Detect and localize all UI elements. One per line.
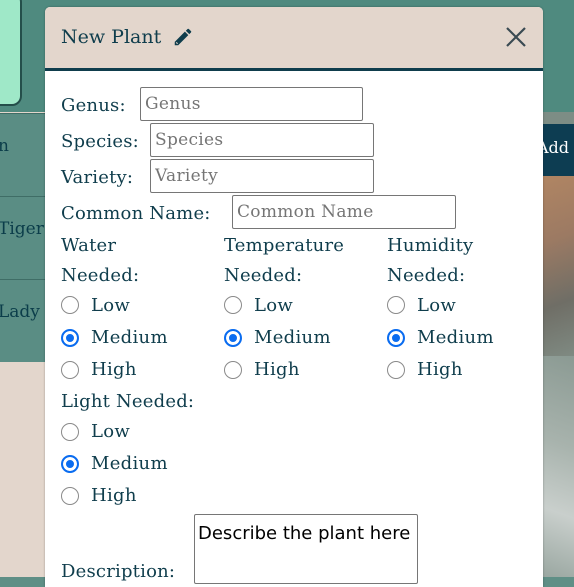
water-low-radio[interactable]: [61, 296, 79, 314]
genus-input[interactable]: [140, 87, 363, 121]
water-needed-label-line2: Needed:: [61, 265, 140, 286]
humidity-medium-radio[interactable]: [387, 329, 405, 347]
water-needed-label: Water: [61, 235, 117, 256]
list-item-label: Tiger: [0, 219, 44, 239]
list-item[interactable]: Lady: [0, 279, 46, 362]
water-medium-label: Medium: [91, 327, 168, 348]
description-label: Description:: [61, 561, 176, 582]
temperature-needed-label-line2: Needed:: [224, 265, 303, 286]
list-item-label: Lady: [0, 302, 40, 322]
humidity-high-radio[interactable]: [387, 361, 405, 379]
add-button-label: Add: [543, 138, 570, 157]
genus-label: Genus:: [61, 95, 126, 116]
list-item[interactable]: n: [0, 113, 46, 196]
list-item-label: n: [0, 138, 9, 155]
light-medium-radio[interactable]: [61, 455, 79, 473]
description-textarea[interactable]: Describe the plant here: [194, 514, 418, 584]
water-low-label: Low: [91, 295, 131, 316]
modal-header: New Plant: [45, 7, 543, 71]
temperature-needed-label: Temperature: [224, 235, 345, 256]
common-name-input[interactable]: [232, 195, 456, 229]
light-low-label: Low: [91, 421, 131, 442]
temperature-low-radio[interactable]: [224, 296, 242, 314]
temperature-medium-label: Medium: [254, 327, 331, 348]
humidity-needed-label-line2: Needed:: [387, 265, 466, 286]
light-high-label: High: [91, 485, 137, 506]
variety-label: Variety:: [61, 167, 134, 188]
background-card: [0, 0, 22, 106]
new-plant-modal: New Plant Genus: Species: Variety: Commo…: [45, 7, 543, 587]
light-high-radio[interactable]: [61, 487, 79, 505]
temperature-high-radio[interactable]: [224, 361, 242, 379]
light-low-radio[interactable]: [61, 423, 79, 441]
humidity-medium-label: Medium: [417, 327, 494, 348]
close-icon[interactable]: [503, 24, 529, 50]
temperature-low-label: Low: [254, 295, 294, 316]
pencil-icon: [174, 28, 192, 46]
light-needed-label: Light Needed:: [61, 391, 195, 412]
plant-photo: [543, 176, 574, 356]
species-label: Species:: [61, 131, 139, 152]
temperature-high-label: High: [254, 359, 300, 380]
plant-photo: [543, 356, 574, 577]
humidity-low-label: Low: [417, 295, 457, 316]
species-input[interactable]: [150, 123, 374, 157]
water-high-radio[interactable]: [61, 361, 79, 379]
water-medium-radio[interactable]: [61, 329, 79, 347]
modal-title: New Plant: [61, 26, 162, 48]
add-button[interactable]: Add: [543, 124, 574, 176]
common-name-label: Common Name:: [61, 203, 211, 224]
light-medium-label: Medium: [91, 453, 168, 474]
water-high-label: High: [91, 359, 137, 380]
list-item[interactable]: Tiger: [0, 196, 46, 279]
variety-input[interactable]: [150, 159, 374, 193]
temperature-medium-radio[interactable]: [224, 329, 242, 347]
humidity-high-label: High: [417, 359, 463, 380]
humidity-needed-label: Humidity: [387, 235, 474, 256]
humidity-low-radio[interactable]: [387, 296, 405, 314]
